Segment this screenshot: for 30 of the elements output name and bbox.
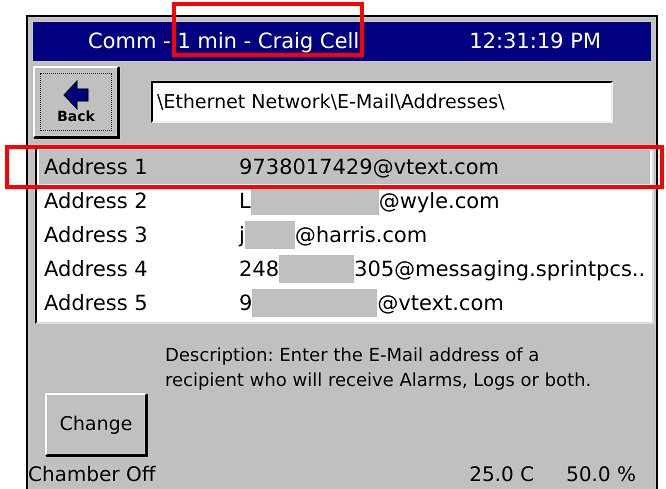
window-title: Comm - xyxy=(88,28,172,55)
address-name: Address 1 xyxy=(44,154,149,181)
change-button[interactable]: Change xyxy=(45,392,147,456)
address-value: j xyxy=(239,222,245,249)
address-value: 9 xyxy=(239,290,252,317)
address-row[interactable]: Address 4 248 305@messaging.sprintpcs.. xyxy=(39,252,650,286)
address-value: 305@messaging.sprintpcs.. xyxy=(354,256,646,283)
address-value: 248 xyxy=(239,256,280,283)
temperature-reading: 25.0 C xyxy=(469,461,534,488)
address-row[interactable]: Address 5 9 @vtext.com xyxy=(39,286,650,320)
address-value: 9738017429@vtext.com xyxy=(239,154,500,181)
address-name: Address 4 xyxy=(44,256,149,283)
window-title: 1 min - Craig Cell xyxy=(177,28,360,55)
path-field[interactable]: \Ethernet Network\E-Mail\Addresses\ xyxy=(151,81,613,124)
address-value: L xyxy=(239,188,251,215)
address-value: @vtext.com xyxy=(377,290,504,317)
address-value: @harris.com xyxy=(294,222,428,249)
address-row[interactable]: Address 1 9738017429@vtext.com xyxy=(39,150,650,184)
address-row[interactable]: Address 3 j @harris.com xyxy=(39,218,650,252)
clock-text: 12:31:19 PM xyxy=(469,28,601,55)
description-text: Description: Enter the E-Mail address of a recipient who will receive Alarms, Logs or both. xyxy=(165,344,592,393)
back-button[interactable]: Back xyxy=(33,66,119,138)
status-text: Chamber Off xyxy=(28,461,156,488)
address-name: Address 5 xyxy=(44,290,149,317)
address-value: @wyle.com xyxy=(378,188,500,215)
address-name: Address 3 xyxy=(44,222,149,249)
address-row[interactable]: Address 2 L @wyle.com xyxy=(39,184,650,218)
humidity-reading: 50.0 % xyxy=(566,461,636,488)
address-name: Address 2 xyxy=(44,188,149,215)
back-arrow-icon xyxy=(63,80,89,110)
